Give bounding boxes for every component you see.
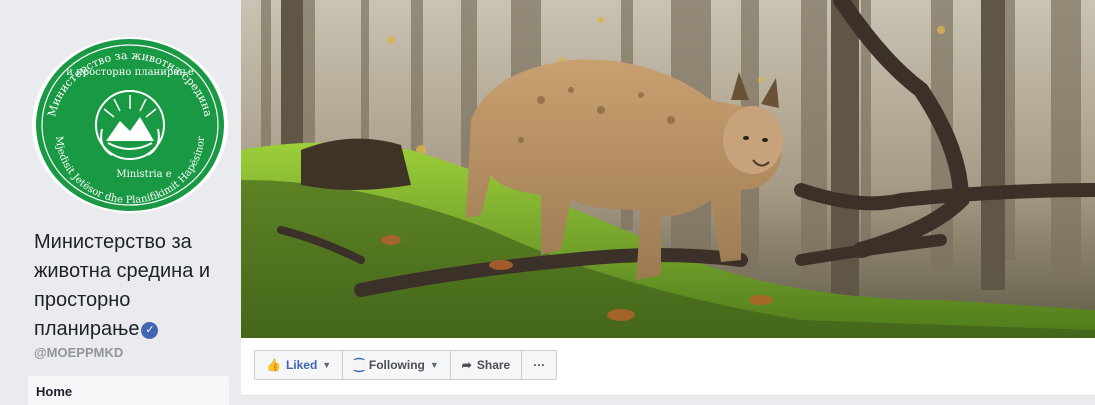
profile-picture[interactable]: Министерство за животна средина Mjedisit… bbox=[32, 37, 228, 213]
more-options-button[interactable]: ··· bbox=[522, 351, 556, 379]
share-arrow-icon: ➦ bbox=[461, 358, 472, 372]
page-action-bar: 👍 Liked ▼ ⁐ Following ▼ ➦ Share ··· bbox=[241, 338, 1095, 396]
following-button[interactable]: ⁐ Following ▼ bbox=[343, 351, 451, 379]
lynx-forest-image bbox=[241, 0, 1095, 338]
chevron-down-icon: ▼ bbox=[429, 360, 439, 370]
left-column: Министерство за животна средина Mjedisit… bbox=[0, 0, 241, 405]
cover-photo[interactable] bbox=[241, 0, 1095, 338]
thumbs-up-icon: 👍 bbox=[266, 358, 281, 372]
sidebar-item-label: Home bbox=[36, 384, 73, 399]
svg-text:Ministria e: Ministria e bbox=[116, 169, 171, 180]
following-label: Following bbox=[368, 358, 425, 372]
share-label: Share bbox=[476, 358, 511, 372]
rss-feed-icon: ⁐ bbox=[354, 358, 364, 372]
liked-button[interactable]: 👍 Liked ▼ bbox=[255, 351, 344, 379]
page-handle[interactable]: @MOEPPMKD bbox=[34, 345, 123, 360]
sidebar-item-home[interactable]: Home bbox=[28, 376, 229, 405]
more-options-icon: ··· bbox=[533, 358, 546, 372]
page-name-text: Министерство за животна средина и просто… bbox=[34, 231, 211, 340]
action-button-group: 👍 Liked ▼ ⁐ Following ▼ ➦ Share ··· bbox=[254, 350, 558, 380]
liked-label: Liked bbox=[285, 358, 318, 372]
ministry-logo: Министерство за животна средина Mjedisit… bbox=[36, 39, 224, 211]
verified-badge-icon: ✓ bbox=[141, 322, 159, 339]
chevron-down-icon: ▼ bbox=[322, 360, 332, 370]
share-button[interactable]: ➦ Share bbox=[451, 351, 523, 379]
page-title[interactable]: Министерство за животна средина и просто… bbox=[34, 228, 234, 344]
svg-text:и просторно планирање: и просторно планирање bbox=[66, 67, 194, 78]
